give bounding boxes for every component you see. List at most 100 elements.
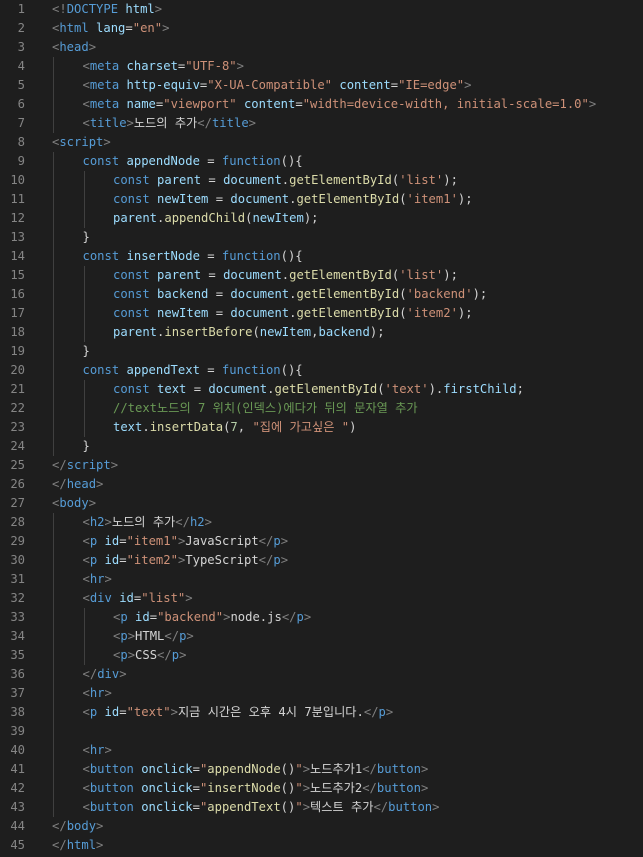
code-token: //text노드의 7 위치(인덱스)에다가 뒤의 문자열 추가: [113, 401, 418, 415]
code-line[interactable]: <script>: [52, 133, 111, 152]
code-token: newItem: [259, 325, 312, 339]
indent-guide: [83, 266, 85, 342]
code-line[interactable]: const backend = document.getElementById(…: [113, 285, 487, 304]
code-line[interactable]: const parent = document.getElementById('…: [113, 266, 458, 285]
code-line[interactable]: </head>: [52, 475, 103, 494]
code-token: >: [88, 40, 97, 54]
code-token: insertData: [149, 420, 224, 434]
code-line[interactable]: <!DOCTYPE html>: [52, 0, 162, 19]
code-line[interactable]: parent.appendChild(newItem);: [113, 209, 319, 228]
code-line[interactable]: const parent = document.getElementById('…: [113, 171, 458, 190]
code-line[interactable]: <h2>노드의 추가</h2>: [83, 513, 213, 532]
code-line[interactable]: <hr>: [83, 570, 112, 589]
code-token: const: [82, 363, 120, 377]
code-line[interactable]: const text = document.getElementById('te…: [113, 380, 524, 399]
code-area[interactable]: <!DOCTYPE html> <html lang="en"> <head> <me…: [52, 0, 643, 857]
code-line[interactable]: <body>: [52, 494, 96, 513]
line-number-gutter: 1 2 3 4 5 6 7 8 9 10 11 12 13 14 15 16 17 18 19 20 21 22 23 24 2…: [0, 0, 30, 857]
code-line[interactable]: parent.insertBefore(newItem,backend);: [113, 323, 385, 342]
line-number: 10: [10, 173, 25, 187]
code-line[interactable]: </body>: [52, 817, 103, 836]
code-token: </: [52, 458, 67, 472]
code-token: .: [142, 420, 150, 434]
line-number: 11: [10, 192, 25, 206]
code-line[interactable]: }: [83, 437, 90, 456]
line-number: 5: [17, 78, 25, 92]
code-line[interactable]: const insertNode = function(){: [83, 247, 303, 266]
line-number: 45: [10, 838, 25, 852]
code-line[interactable]: <p>CSS</p>: [113, 646, 186, 665]
code-token: </: [258, 553, 274, 567]
code-line[interactable]: <button onclick="appendText()">텍스트 추가</b…: [83, 798, 440, 817]
code-line[interactable]: }: [83, 228, 90, 247]
code-line[interactable]: const appendText = function(){: [83, 361, 303, 380]
code-line[interactable]: <meta http-equiv = "X-UA-Compatible" conte…: [83, 76, 472, 95]
code-line[interactable]: <meta name="viewport" content="width=dev…: [83, 95, 597, 114]
indent-guide: [53, 152, 54, 456]
code-token: body: [66, 819, 97, 833]
code-line[interactable]: }: [83, 342, 90, 361]
code-line[interactable]: <head>: [52, 38, 96, 57]
code-token: insertBefore: [164, 325, 253, 339]
code-line[interactable]: <p id="item2">TypeScript</p>: [83, 551, 289, 570]
code-token: >: [385, 705, 394, 719]
line-number: 39: [10, 724, 25, 738]
code-line[interactable]: </script>: [52, 456, 118, 475]
line-number: 36: [10, 667, 25, 681]
code-token: http-equiv: [126, 78, 200, 92]
line-number: 13: [10, 230, 25, 244]
code-token: content: [243, 97, 296, 111]
code-line[interactable]: const appendNode = function(){: [83, 152, 303, 171]
code-editor[interactable]: 1 2 3 4 5 6 7 8 9 10 11 12 13 14 15 16 17 18 19 20 21 22 23 24 2…: [0, 0, 643, 857]
code-token: lang: [96, 21, 126, 35]
line-number: 2: [17, 21, 25, 35]
code-line[interactable]: <meta charset="UTF-8">: [83, 57, 244, 76]
code-line[interactable]: <div id="list">: [83, 589, 193, 608]
code-token: function: [221, 154, 281, 168]
code-line[interactable]: const newItem = document.getElementById(…: [113, 190, 473, 209]
code-line[interactable]: <p id="backend">node.js</p>: [113, 608, 311, 627]
code-token: =: [201, 268, 224, 282]
code-token: getElementById: [289, 173, 392, 187]
code-line[interactable]: <html lang="en">: [52, 19, 169, 38]
code-line[interactable]: <p id="item1">JavaScript</p>: [83, 532, 289, 551]
line-number: 28: [10, 515, 25, 529]
code-token: </: [157, 648, 172, 662]
code-token: getElementById: [296, 192, 400, 206]
code-line[interactable]: text.insertData(7, "집에 가고싶은 "): [113, 418, 356, 437]
code-line[interactable]: <p>HTML</p>: [113, 627, 194, 646]
code-token: appendChild: [164, 211, 246, 225]
code-line[interactable]: <button onclick="insertNode()">노드추가2</bu…: [83, 779, 429, 798]
line-number: 35: [10, 648, 25, 662]
code-line[interactable]: <p id="text">지금 시간은 오후 4시 7분입니다.</p>: [83, 703, 394, 722]
code-token: );: [369, 325, 385, 339]
code-line[interactable]: <button onclick="appendNode()">노드추가1</bu…: [83, 760, 429, 779]
code-line[interactable]: <hr>: [83, 684, 112, 703]
indent-guide: [53, 57, 54, 133]
code-token: 노드추가1: [310, 762, 363, 776]
code-line[interactable]: //text노드의 7 위치(인덱스)에다가 뒤의 문자열 추가: [113, 399, 418, 418]
code-line[interactable]: const newItem = document.getElementById(…: [113, 304, 473, 323]
code-token: =: [119, 553, 127, 567]
code-token: (: [399, 192, 407, 206]
code-token: id: [104, 705, 120, 719]
code-token: =: [390, 78, 399, 92]
line-number: 9: [17, 154, 25, 168]
code-line[interactable]: <hr>: [83, 741, 112, 760]
code-line[interactable]: <title>노드의 추가</title>: [83, 114, 257, 133]
code-line[interactable]: </div>: [83, 665, 127, 684]
code-token: (){: [280, 154, 303, 168]
code-token: >: [432, 800, 440, 814]
code-token: ,: [311, 325, 319, 339]
code-line[interactable]: </html>: [52, 836, 103, 855]
code-token: id: [104, 534, 120, 548]
code-token: hr: [89, 686, 105, 700]
code-token: backend: [318, 325, 370, 339]
code-token: =: [119, 534, 127, 548]
code-token: 지금 시간은 오후 4시 7분입니다.: [177, 705, 364, 719]
